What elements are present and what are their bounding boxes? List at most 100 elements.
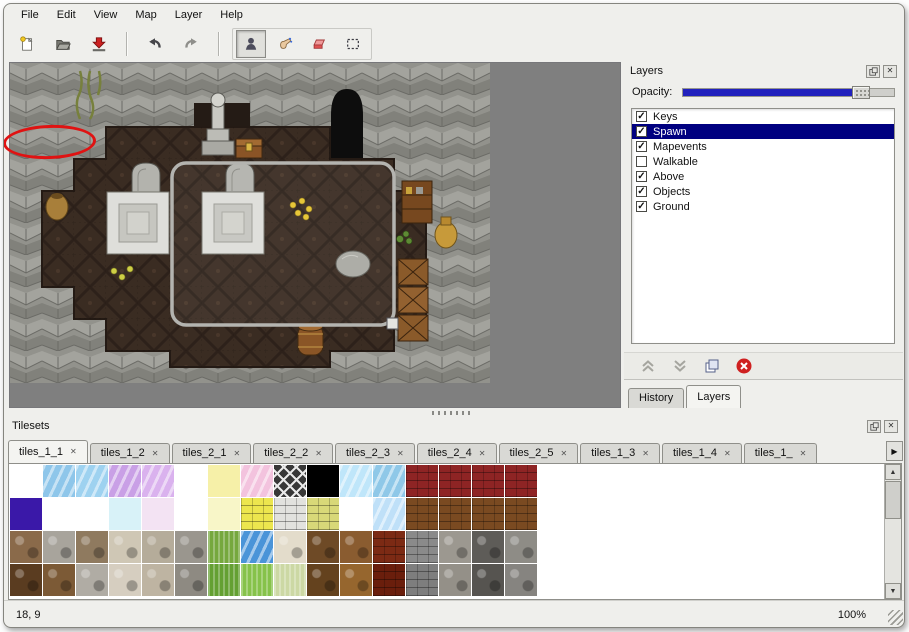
tab-close-icon[interactable]: ✕: [315, 449, 322, 458]
tileset-tab-tiles-2-2[interactable]: tiles_2_2✕: [253, 443, 333, 463]
palette-tile[interactable]: [10, 564, 43, 597]
palette-tile[interactable]: [109, 531, 142, 564]
palette-tile[interactable]: [10, 498, 43, 531]
layer-row-ground[interactable]: ✓Ground: [632, 199, 894, 214]
tab-close-icon[interactable]: ✕: [479, 449, 486, 458]
tileset-tab-tiles-1-3[interactable]: tiles_1_3✕: [580, 443, 660, 463]
layer-checkbox-walkable[interactable]: [636, 156, 647, 167]
palette-tile[interactable]: [406, 465, 439, 498]
palette-tile[interactable]: [76, 465, 109, 498]
palette-tile[interactable]: [340, 531, 373, 564]
palette-tile[interactable]: [10, 531, 43, 564]
layer-checkbox-mapevents[interactable]: ✓: [636, 141, 647, 152]
tileset-tab-tiles-1-[interactable]: tiles_1_✕: [744, 443, 818, 463]
tileset-tab-tiles-2-1[interactable]: tiles_2_1✕: [172, 443, 252, 463]
tab-close-icon[interactable]: ✕: [70, 447, 77, 456]
palette-tile[interactable]: [175, 531, 208, 564]
palette-tile[interactable]: [373, 498, 406, 531]
tileset-tab-tiles-1-1[interactable]: tiles_1_1✕: [8, 440, 88, 463]
menu-help[interactable]: Help: [211, 6, 252, 24]
menu-layer[interactable]: Layer: [166, 6, 212, 24]
tab-close-icon[interactable]: ✕: [152, 449, 159, 458]
palette-tile[interactable]: [109, 564, 142, 597]
palette-tile[interactable]: [505, 498, 538, 531]
palette-tile[interactable]: [274, 465, 307, 498]
layer-row-spawn[interactable]: ✓Spawn: [632, 124, 894, 139]
palette-tile[interactable]: [43, 498, 76, 531]
palette-tile[interactable]: [175, 564, 208, 597]
paint-tool-button[interactable]: [270, 30, 300, 58]
new-file-button[interactable]: [12, 30, 42, 58]
layer-checkbox-keys[interactable]: ✓: [636, 111, 647, 122]
scroll-down-button[interactable]: ▼: [885, 583, 901, 599]
palette-tile[interactable]: [43, 531, 76, 564]
palette-tile[interactable]: [241, 498, 274, 531]
palette-tile[interactable]: [340, 564, 373, 597]
float-panel-button[interactable]: [867, 420, 881, 433]
layer-row-keys[interactable]: ✓Keys: [632, 109, 894, 124]
palette-tile[interactable]: [208, 564, 241, 597]
tileset-tab-tiles-2-3[interactable]: tiles_2_3✕: [335, 443, 415, 463]
tab-close-icon[interactable]: ✕: [800, 449, 807, 458]
palette-tile[interactable]: [340, 465, 373, 498]
tileset-tab-tiles-1-2[interactable]: tiles_1_2✕: [90, 443, 170, 463]
rect-select-tool-button[interactable]: [338, 30, 368, 58]
palette-tile[interactable]: [175, 498, 208, 531]
layer-checkbox-objects[interactable]: ✓: [636, 186, 647, 197]
palette-tile[interactable]: [340, 498, 373, 531]
scrollbar-thumb[interactable]: [885, 481, 901, 519]
palette-tile[interactable]: [142, 564, 175, 597]
palette-tile[interactable]: [472, 498, 505, 531]
float-panel-button[interactable]: [866, 65, 880, 78]
map-selection-rect[interactable]: [172, 163, 394, 325]
palette-tile[interactable]: [10, 465, 43, 498]
map-canvas[interactable]: [10, 63, 490, 383]
menu-file[interactable]: File: [12, 6, 48, 24]
opacity-slider[interactable]: [682, 84, 895, 100]
palette-tile[interactable]: [274, 531, 307, 564]
palette-tile[interactable]: [439, 465, 472, 498]
palette-tile[interactable]: [76, 531, 109, 564]
palette-tile[interactable]: [439, 498, 472, 531]
map-viewport[interactable]: [9, 62, 621, 408]
layer-row-objects[interactable]: ✓Objects: [632, 184, 894, 199]
palette-tile[interactable]: [472, 531, 505, 564]
palette-tile[interactable]: [373, 531, 406, 564]
palette-tile[interactable]: [274, 498, 307, 531]
horizontal-splitter[interactable]: [4, 408, 905, 417]
tab-close-icon[interactable]: ✕: [642, 449, 649, 458]
selection-resize-handle[interactable]: [387, 318, 398, 329]
palette-tile[interactable]: [505, 564, 538, 597]
palette-tile[interactable]: [208, 465, 241, 498]
tab-close-icon[interactable]: ✕: [234, 449, 241, 458]
palette-scrollbar[interactable]: ▲ ▼: [884, 464, 901, 599]
palette-tile[interactable]: [505, 531, 538, 564]
save-button[interactable]: [84, 30, 114, 58]
palette-tile[interactable]: [43, 465, 76, 498]
palette-tile[interactable]: [307, 531, 340, 564]
close-panel-button[interactable]: ✕: [884, 420, 898, 433]
palette-tile[interactable]: [142, 498, 175, 531]
tab-close-icon[interactable]: ✕: [397, 449, 404, 458]
open-button[interactable]: [48, 30, 78, 58]
raise-layer-button[interactable]: [638, 356, 658, 376]
palette-tile[interactable]: [406, 564, 439, 597]
palette-tile[interactable]: [307, 465, 340, 498]
palette-tile[interactable]: [142, 531, 175, 564]
layer-row-above[interactable]: ✓Above: [632, 169, 894, 184]
palette-tile[interactable]: [208, 498, 241, 531]
palette-tile[interactable]: [109, 498, 142, 531]
palette-tile[interactable]: [274, 564, 307, 597]
palette-tile[interactable]: [76, 564, 109, 597]
undo-button[interactable]: [140, 30, 170, 58]
palette-tile[interactable]: [307, 564, 340, 597]
palette-tile[interactable]: [406, 531, 439, 564]
palette-tile[interactable]: [472, 564, 505, 597]
close-panel-button[interactable]: ✕: [883, 65, 897, 78]
palette-tile[interactable]: [373, 564, 406, 597]
palette-tile[interactable]: [175, 465, 208, 498]
dock-tab-layers[interactable]: Layers: [686, 385, 741, 408]
menu-edit[interactable]: Edit: [48, 6, 85, 24]
palette-tile[interactable]: [472, 465, 505, 498]
palette-tile[interactable]: [439, 564, 472, 597]
